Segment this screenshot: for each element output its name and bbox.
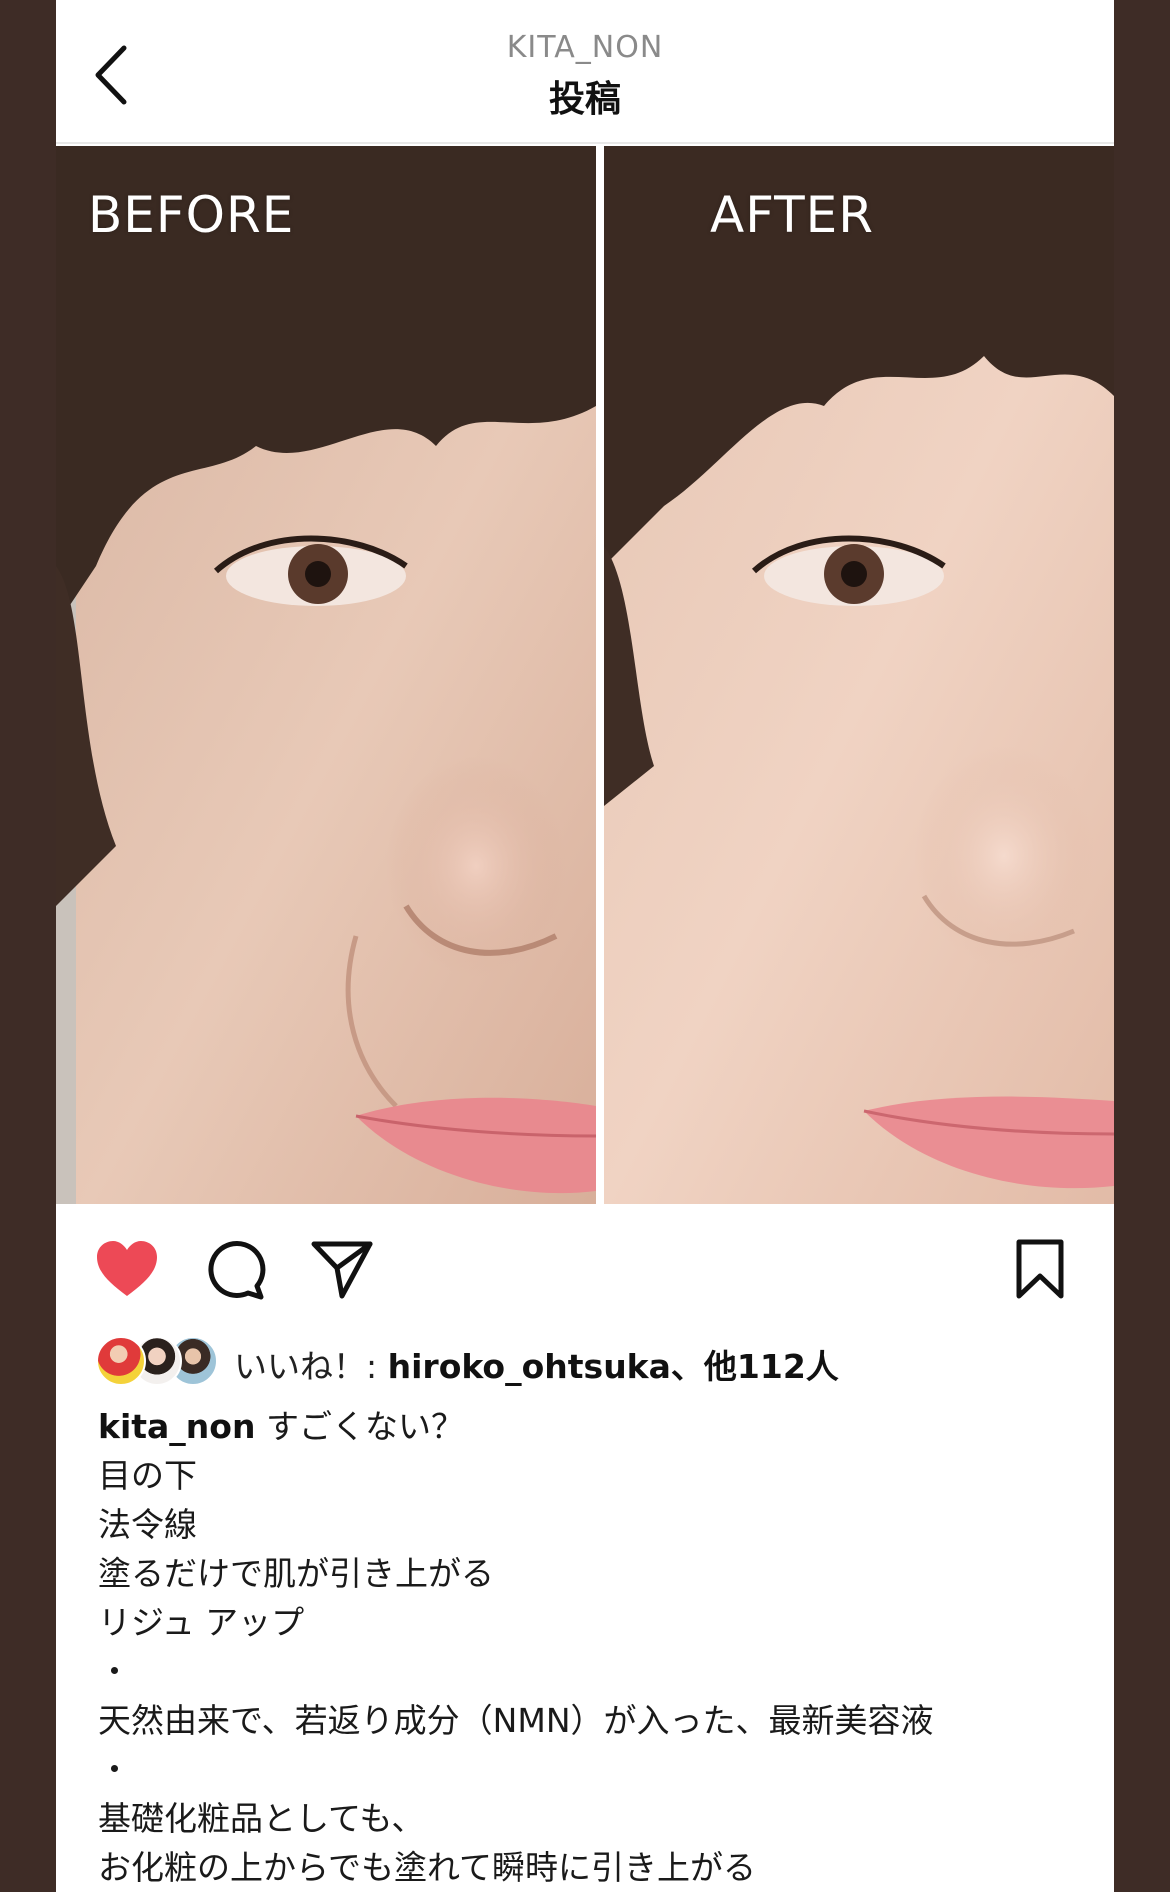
caption-line: ・: [98, 1750, 131, 1789]
after-label: AFTER: [710, 186, 874, 244]
share-button[interactable]: [310, 1238, 374, 1304]
caption-line: 目の下: [98, 1456, 197, 1495]
like-button[interactable]: [94, 1238, 160, 1304]
comment-icon: [208, 1240, 266, 1300]
caption-line: ・: [98, 1652, 131, 1691]
caption-username[interactable]: kita_non: [98, 1407, 255, 1446]
post-header: KITA_NON 投稿: [56, 0, 1114, 144]
avatar[interactable]: [96, 1336, 146, 1386]
likes-count[interactable]: 、他112人: [671, 1347, 839, 1386]
caption-line: お化粧の上からでも塗れて瞬時に引き上がる: [98, 1848, 757, 1887]
before-photo: BEFORE: [56, 146, 596, 1204]
bookmark-icon: [1016, 1239, 1064, 1299]
post-screen: KITA_NON 投稿 BEFORE AFTER いいね！: hiroko_oh…: [56, 0, 1114, 1892]
likes-prefix: いいね！:: [234, 1347, 378, 1386]
caption-text: すごくない？: [265, 1407, 464, 1446]
caption-line: 天然由来で、若返り成分（NMN）が入った、最新美容液: [98, 1701, 934, 1740]
caption-line: リジュ アップ: [98, 1603, 305, 1642]
header-username: KITA_NON: [506, 30, 664, 65]
save-button[interactable]: [1014, 1238, 1066, 1304]
before-label: BEFORE: [88, 186, 295, 244]
action-bar: [56, 1204, 1114, 1334]
caption-line: kita_non すごくない？: [98, 1402, 1098, 1451]
heart-icon: [97, 1241, 157, 1296]
comment-button[interactable]: [204, 1238, 266, 1304]
likes-summary[interactable]: いいね！: hiroko_ohtsuka、他112人: [234, 1340, 839, 1388]
page-title: 投稿: [548, 79, 621, 120]
post-caption: kita_non すごくない？ 目の下 法令線 塗るだけで肌が引き上がる リジュ…: [98, 1402, 1098, 1892]
caption-line: 法令線: [98, 1505, 197, 1544]
caption-line: 塗るだけで肌が引き上がる: [98, 1554, 494, 1593]
caption-line: 基礎化粧品としても、: [98, 1799, 425, 1838]
liker-username[interactable]: hiroko_ohtsuka: [388, 1347, 671, 1386]
likes-row: いいね！: hiroko_ohtsuka、他112人: [96, 1334, 1076, 1386]
after-photo: AFTER: [604, 146, 1114, 1204]
post-image[interactable]: BEFORE AFTER: [56, 146, 1114, 1204]
send-icon: [311, 1241, 373, 1299]
